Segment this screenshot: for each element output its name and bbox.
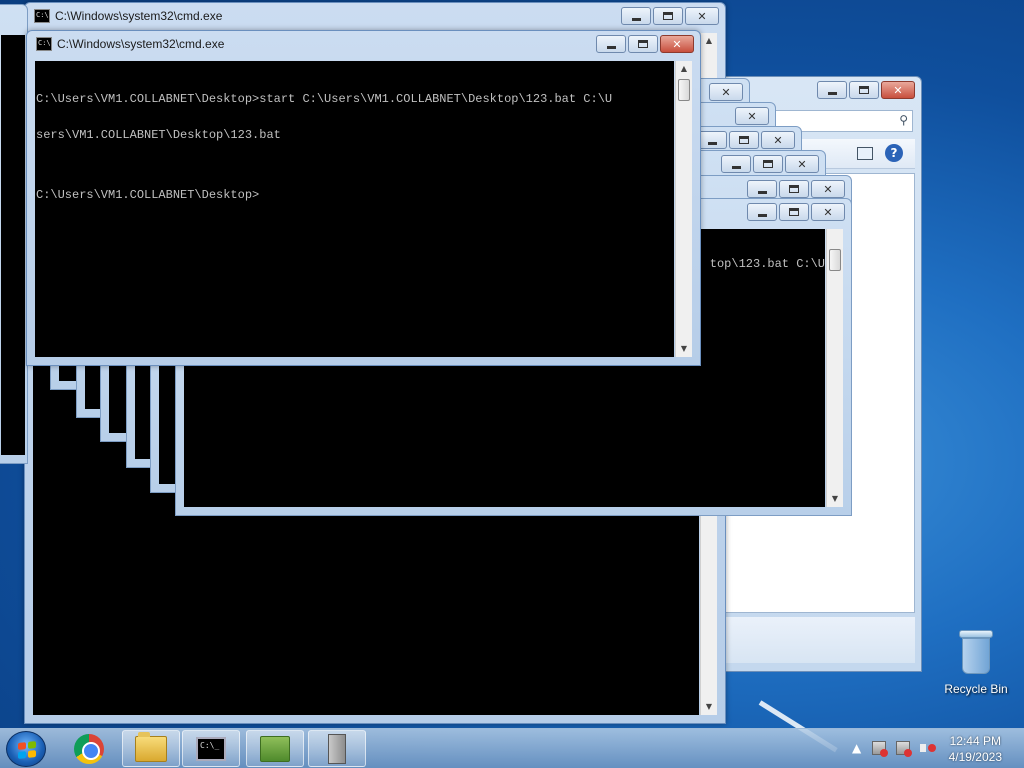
- maximize-icon: [663, 12, 673, 20]
- volume-muted-icon[interactable]: [920, 741, 936, 755]
- minimize-icon: [757, 213, 767, 217]
- cmd-icon: C:\_: [196, 736, 226, 761]
- minimize-button[interactable]: [596, 35, 626, 53]
- minimize-button[interactable]: [621, 7, 651, 25]
- clock[interactable]: 12:44 PM 4/19/2023: [949, 733, 1002, 765]
- close-button[interactable]: ✕: [685, 7, 719, 25]
- minimize-button[interactable]: [697, 131, 727, 149]
- maximize-icon: [638, 40, 648, 48]
- cmd-window-left-edge[interactable]: [0, 4, 28, 464]
- close-icon: ✕: [697, 9, 707, 23]
- maximize-icon: [763, 160, 773, 168]
- show-hidden-icons-icon[interactable]: ▲: [852, 741, 862, 755]
- explorer-details-pane: [699, 617, 915, 663]
- caption-buttons: ✕: [596, 35, 694, 53]
- minimize-icon: [707, 141, 717, 145]
- minimize-icon: [631, 17, 641, 21]
- maximize-button[interactable]: [628, 35, 658, 53]
- recycle-bin[interactable]: Recycle Bin: [940, 630, 1012, 696]
- scroll-thumb[interactable]: [829, 249, 841, 271]
- scroll-up-arrow-icon[interactable]: ▲: [676, 61, 692, 77]
- maximize-icon: [859, 86, 869, 94]
- recycle-bin-icon: [959, 630, 993, 676]
- cmd-window-icon: C:\: [36, 37, 52, 51]
- server-icon: [328, 733, 346, 764]
- recycle-bin-label: Recycle Bin: [944, 682, 1008, 696]
- maximize-icon: [789, 208, 799, 216]
- help-icon[interactable]: ?: [885, 144, 903, 162]
- maximize-button[interactable]: [729, 131, 759, 149]
- maximize-button[interactable]: [779, 203, 809, 221]
- close-icon: ✕: [672, 37, 682, 51]
- start-button[interactable]: [6, 731, 46, 767]
- system-tray: ▲: [852, 741, 936, 757]
- taskbar-network-app[interactable]: [246, 730, 304, 767]
- preview-pane-icon[interactable]: [857, 147, 873, 160]
- maximize-button[interactable]: [779, 180, 809, 198]
- caption-buttons: ✕: [621, 7, 719, 25]
- close-button[interactable]: ✕: [709, 83, 743, 101]
- close-icon: ✕: [721, 85, 731, 99]
- close-icon: ✕: [797, 157, 807, 171]
- minimize-button[interactable]: [747, 203, 777, 221]
- taskbar-server-app[interactable]: [308, 730, 366, 767]
- network-app-icon: [260, 735, 290, 762]
- console-output[interactable]: C:\Users\VM1.COLLABNET\Desktop>start C:\…: [35, 61, 674, 357]
- close-button[interactable]: ✕: [881, 81, 915, 99]
- vertical-scrollbar[interactable]: ▼: [826, 229, 843, 507]
- close-button[interactable]: ✕: [660, 35, 694, 53]
- scroll-up-arrow-icon[interactable]: ▲: [701, 33, 717, 49]
- scroll-down-arrow-icon[interactable]: ▼: [676, 341, 692, 357]
- minimize-button[interactable]: [721, 155, 751, 173]
- action-center-flag-icon[interactable]: [872, 741, 888, 757]
- chrome-icon: [74, 733, 104, 764]
- taskbar-cmd[interactable]: C:\_: [182, 730, 240, 767]
- scroll-down-arrow-icon[interactable]: ▼: [827, 491, 843, 507]
- maximize-button[interactable]: [653, 7, 683, 25]
- taskbar: C:\_ ▲ 12:44 PM 4/19/2023: [0, 728, 1024, 768]
- vertical-scrollbar[interactable]: ▲ ▼: [675, 61, 692, 357]
- cmd-window-icon: C:\: [34, 9, 50, 23]
- network-status-icon[interactable]: [896, 741, 912, 757]
- close-button[interactable]: ✕: [811, 180, 845, 198]
- folder-icon: [135, 731, 167, 762]
- windows-logo-icon: [18, 741, 36, 759]
- taskbar-chrome[interactable]: [60, 730, 118, 767]
- scroll-thumb[interactable]: [678, 79, 690, 101]
- maximize-icon: [739, 136, 749, 144]
- minimize-icon: [757, 190, 767, 194]
- close-button[interactable]: ✕: [785, 155, 819, 173]
- scroll-down-arrow-icon[interactable]: ▼: [701, 699, 717, 715]
- console-prompt[interactable]: C:\Users\VM1.COLLABNET\Desktop>: [36, 189, 674, 201]
- close-icon: ✕: [773, 133, 783, 147]
- close-icon: ✕: [893, 83, 903, 97]
- maximize-icon: [789, 185, 799, 193]
- cmd-window-front[interactable]: C:\ C:\Windows\system32\cmd.exe ✕ C:\Use…: [26, 30, 701, 366]
- minimize-icon: [606, 45, 616, 49]
- minimize-icon: [827, 91, 837, 95]
- window-title: C:\Windows\system32\cmd.exe: [57, 37, 225, 51]
- console-line: C:\Users\VM1.COLLABNET\Desktop>start C:\…: [36, 92, 613, 106]
- maximize-button[interactable]: [849, 81, 879, 99]
- close-icon: ✕: [747, 109, 757, 123]
- clock-time: 12:44 PM: [949, 734, 1001, 748]
- close-button[interactable]: ✕: [735, 107, 769, 125]
- console-partial-text: top\123.bat C:\U: [709, 257, 825, 271]
- minimize-icon: [731, 165, 741, 169]
- minimize-button[interactable]: [817, 81, 847, 99]
- console-area: [1, 35, 25, 455]
- close-button[interactable]: ✕: [761, 131, 795, 149]
- clock-date: 4/19/2023: [948, 750, 1002, 764]
- search-icon: ⚲: [899, 113, 908, 127]
- close-icon: ✕: [823, 182, 833, 196]
- close-button[interactable]: ✕: [811, 203, 845, 221]
- minimize-button[interactable]: [747, 180, 777, 198]
- close-icon: ✕: [823, 205, 833, 219]
- maximize-button[interactable]: [753, 155, 783, 173]
- explorer-caption-buttons: ✕: [817, 81, 915, 99]
- taskbar-file-explorer[interactable]: [122, 730, 180, 767]
- window-title: C:\Windows\system32\cmd.exe: [55, 9, 223, 23]
- console-line: sers\VM1.COLLABNET\Desktop\123.bat: [36, 128, 281, 142]
